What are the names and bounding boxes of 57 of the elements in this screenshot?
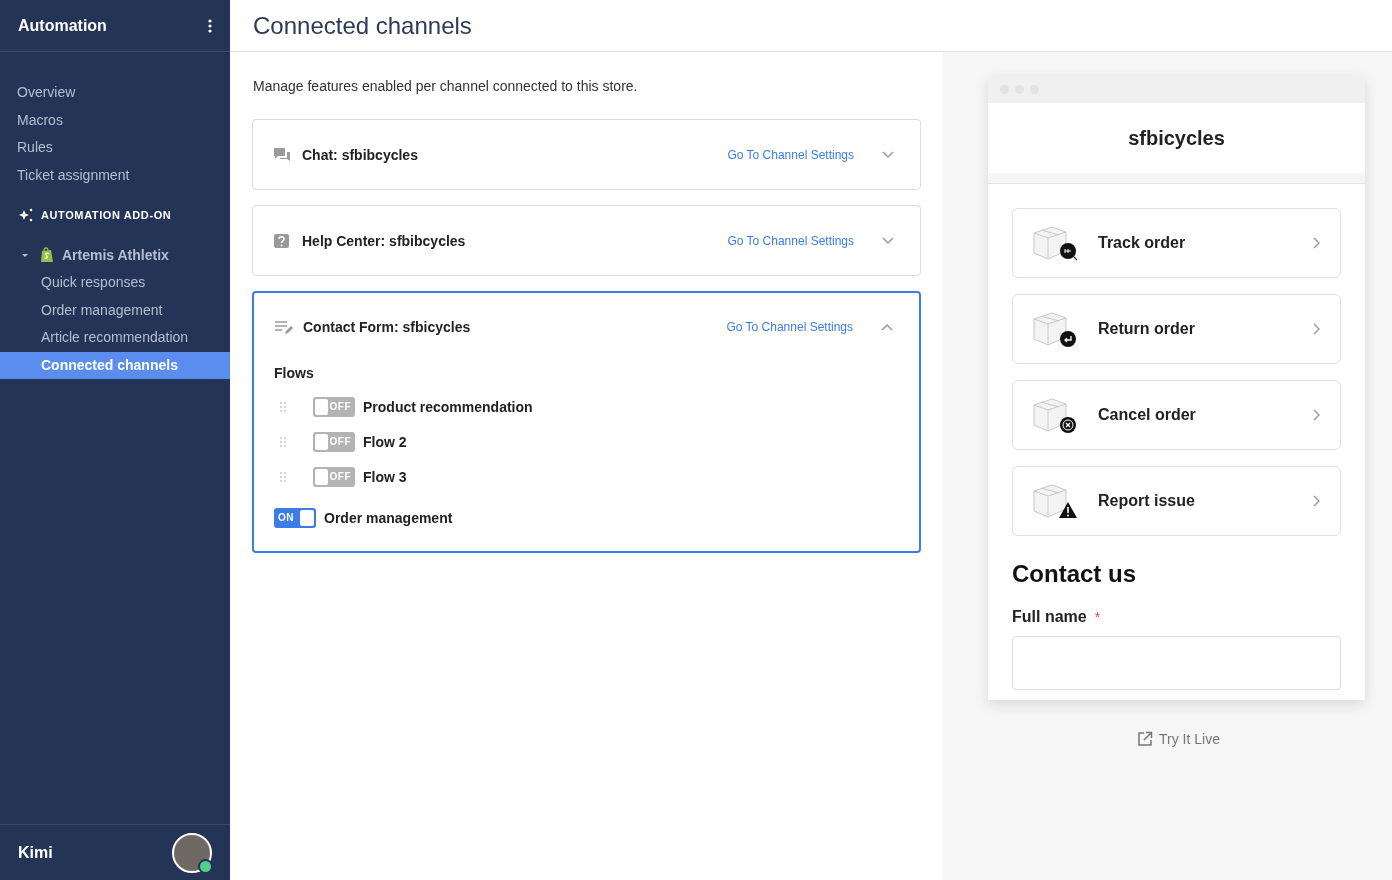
sidebar-item[interactable]: Ticket assignment (0, 161, 230, 189)
full-name-input[interactable] (1012, 636, 1341, 690)
flow-label: Flow 3 (363, 468, 407, 485)
form-edit-icon (274, 319, 294, 335)
chevron-right-icon (1312, 237, 1320, 249)
chevron-icon[interactable] (882, 150, 894, 159)
more-options-icon[interactable] (208, 18, 212, 33)
channel-settings-link[interactable]: Go To Channel Settings (727, 233, 854, 248)
shopping-bag-icon (40, 247, 54, 263)
page-title: Connected channels (253, 11, 472, 40)
channel-title[interactable]: Contact Form: sfbicycles (303, 319, 727, 335)
field-label: Full name (1012, 608, 1087, 626)
try-it-live-link[interactable]: Try It Live (1159, 731, 1220, 747)
channel-title[interactable]: Help Center: sfbibcycles (302, 232, 728, 249)
chevron-icon[interactable] (882, 236, 894, 245)
store-name[interactable]: Artemis Athletix (62, 247, 169, 263)
chevron-right-icon (1312, 409, 1320, 421)
channel-settings-link[interactable]: Go To Channel Settings (727, 147, 854, 162)
order-action-card[interactable]: Report issue (1012, 466, 1341, 536)
package-magnifier-icon (1032, 223, 1078, 263)
page-description: Manage features enabled per channel connected to this store. (253, 77, 639, 96)
sparkle-icon (18, 208, 34, 222)
flow-label: Product recommendation (363, 398, 533, 415)
external-link-icon[interactable] (1137, 731, 1154, 747)
sidebar-item[interactable]: Rules (0, 134, 230, 162)
feature-label: Order management (324, 509, 453, 526)
sidebar-item[interactable]: Quick responses (0, 269, 230, 297)
order-action-card[interactable]: Cancel order (1012, 380, 1341, 450)
toggle-switch[interactable]: ON (274, 507, 316, 528)
user-name: Kimi (18, 843, 53, 862)
order-action-card[interactable]: Track order (1012, 208, 1341, 278)
sidebar-item[interactable]: Article recommendation (0, 324, 230, 352)
store-title: sfbicycles (1127, 125, 1226, 151)
package-return-icon (1032, 309, 1078, 349)
chat-bubbles-icon (273, 146, 293, 163)
sidebar-item[interactable]: Order management (0, 296, 230, 324)
section-heading: AUTOMATION ADD-ON (41, 209, 172, 221)
drag-handle-icon[interactable] (279, 400, 287, 413)
required-mark: * (1094, 609, 1101, 625)
sidebar-item[interactable]: Macros (0, 106, 230, 134)
drag-handle-icon[interactable] (279, 435, 287, 448)
channel-title[interactable]: Chat: sfbibcycles (302, 146, 728, 163)
order-action-card[interactable]: Return order (1012, 294, 1341, 364)
drag-handle-icon[interactable] (279, 470, 287, 483)
online-status-icon (198, 858, 213, 874)
flow-label: Flow 2 (363, 433, 407, 450)
chevron-icon[interactable] (881, 323, 893, 331)
sidebar-item[interactable]: Overview (0, 79, 230, 107)
package-cross-icon (1032, 395, 1078, 435)
package-warning-icon (1032, 481, 1078, 521)
flows-heading: Flows (274, 365, 315, 381)
channel-settings-link[interactable]: Go To Channel Settings (726, 320, 853, 334)
chevron-right-icon (1312, 495, 1320, 507)
contact-heading: Contact us (1012, 560, 1137, 588)
chevron-right-icon (1312, 323, 1320, 335)
avatar-icon[interactable] (172, 832, 212, 873)
sidebar-title: Automation (18, 16, 107, 35)
